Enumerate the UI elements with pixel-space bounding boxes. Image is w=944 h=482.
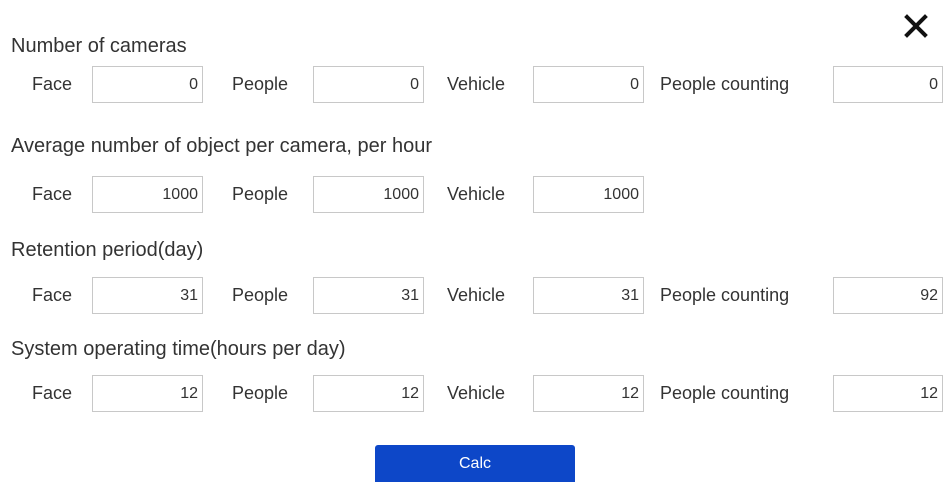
retention-face-label: Face	[32, 285, 73, 305]
section-title-cameras: Number of cameras	[11, 35, 187, 57]
cameras-people-label: People	[232, 74, 289, 94]
retention-counting-input[interactable]	[833, 277, 943, 314]
retention-vehicle-label: Vehicle	[447, 285, 506, 305]
objects-face-input[interactable]	[92, 176, 203, 213]
retention-row: Face People Vehicle People counting	[0, 277, 944, 314]
calculator-dialog: Number of cameras Face People Vehicle Pe…	[0, 0, 944, 482]
operating-vehicle-label: Vehicle	[447, 383, 506, 403]
cameras-face-label: Face	[32, 74, 73, 94]
cameras-vehicle-label: Vehicle	[447, 74, 506, 94]
close-icon	[904, 14, 928, 38]
section-title-retention: Retention period(day)	[11, 239, 204, 261]
operating-face-input[interactable]	[92, 375, 203, 412]
objects-face-label: Face	[32, 184, 73, 204]
retention-vehicle-input[interactable]	[533, 277, 644, 314]
objects-people-label: People	[232, 184, 289, 204]
cameras-row: Face People Vehicle People counting	[0, 66, 944, 103]
operating-people-input[interactable]	[313, 375, 424, 412]
operating-counting-input[interactable]	[833, 375, 943, 412]
operating-vehicle-input[interactable]	[533, 375, 644, 412]
operating-counting-label: People counting	[660, 383, 790, 403]
cameras-vehicle-input[interactable]	[533, 66, 644, 103]
cameras-counting-input[interactable]	[833, 66, 943, 103]
cameras-people-input[interactable]	[313, 66, 424, 103]
cameras-counting-label: People counting	[660, 74, 790, 94]
cameras-face-input[interactable]	[92, 66, 203, 103]
objects-people-input[interactable]	[313, 176, 424, 213]
operating-people-label: People	[232, 383, 289, 403]
close-button[interactable]	[903, 13, 933, 43]
retention-counting-label: People counting	[660, 285, 790, 305]
objects-row: Face People Vehicle	[0, 176, 944, 213]
retention-people-input[interactable]	[313, 277, 424, 314]
objects-vehicle-input[interactable]	[533, 176, 644, 213]
calc-button[interactable]: Calc	[375, 445, 575, 482]
section-title-operating: System operating time(hours per day)	[11, 338, 346, 360]
operating-face-label: Face	[32, 383, 73, 403]
retention-face-input[interactable]	[92, 277, 203, 314]
operating-row: Face People Vehicle People counting	[0, 375, 944, 412]
retention-people-label: People	[232, 285, 289, 305]
section-title-objects: Average number of object per camera, per…	[11, 135, 432, 157]
objects-vehicle-label: Vehicle	[447, 184, 506, 204]
